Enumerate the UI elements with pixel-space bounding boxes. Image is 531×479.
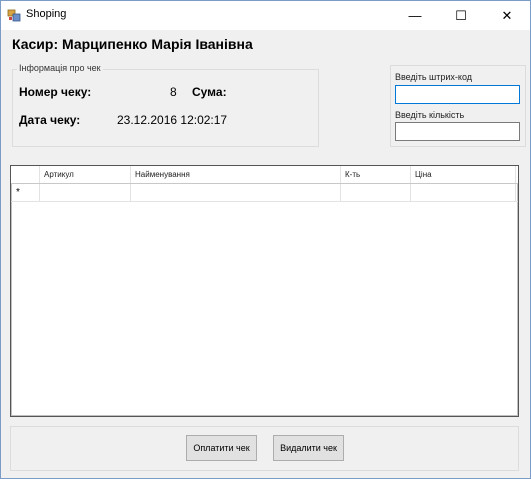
column-header-name[interactable]: Найменування [131,166,341,183]
receipt-number-value: 8 [170,85,177,99]
receipt-info-group: Інформація про чек Номер чеку: 8 Сума: Д… [12,63,319,147]
maximize-button[interactable]: ☐ [438,1,484,30]
quantity-label: Введіть кількість [395,110,465,120]
cell-name[interactable] [131,184,341,201]
receipt-date-value: 23.12.2016 12:02:17 [117,113,228,127]
delete-receipt-button[interactable]: Видалити чек [273,435,344,461]
main-window: Shoping — ☐ ✕ Касир: Марципенко Марія Ів… [0,0,531,479]
actions-panel: Оплатити чек Видалити чек [10,426,519,471]
row-header-cell[interactable]: * [11,184,40,201]
barcode-input[interactable] [395,85,520,104]
receipt-info-title: Інформація про чек [17,63,103,73]
column-header-article[interactable]: Артикул [40,166,131,183]
close-button[interactable]: ✕ [484,1,530,30]
cell-quantity[interactable] [341,184,411,201]
input-panel: Введіть штрих-код Введіть кількість [390,65,526,147]
cell-article[interactable] [40,184,131,201]
minimize-button[interactable]: — [392,1,438,30]
close-icon: ✕ [501,7,513,23]
app-icon [7,9,21,22]
grid-header: Артикул Найменування К-ть Ціна [11,166,518,184]
quantity-input[interactable] [395,122,520,141]
new-row[interactable]: * [11,184,518,202]
receipt-number-label: Номер чеку: [19,85,92,99]
column-header-quantity[interactable]: К-ть [341,166,411,183]
cashier-name: Касир: Марципенко Марія Іванівна [12,36,253,52]
barcode-label: Введіть штрих-код [395,72,473,82]
minimize-icon: — [408,8,422,23]
receipt-sum-label: Сума: [192,85,227,99]
column-header-price[interactable]: Ціна [411,166,516,183]
row-header-corner [11,166,40,183]
window-title: Shoping [26,8,67,20]
new-row-marker: * [16,187,20,198]
title-bar[interactable]: Shoping — ☐ ✕ [1,1,530,30]
items-grid[interactable]: Артикул Найменування К-ть Ціна * [10,165,519,417]
maximize-icon: ☐ [455,7,467,23]
receipt-date-label: Дата чеку: [19,113,81,127]
cell-price[interactable] [411,184,516,201]
pay-receipt-button[interactable]: Оплатити чек [186,435,257,461]
